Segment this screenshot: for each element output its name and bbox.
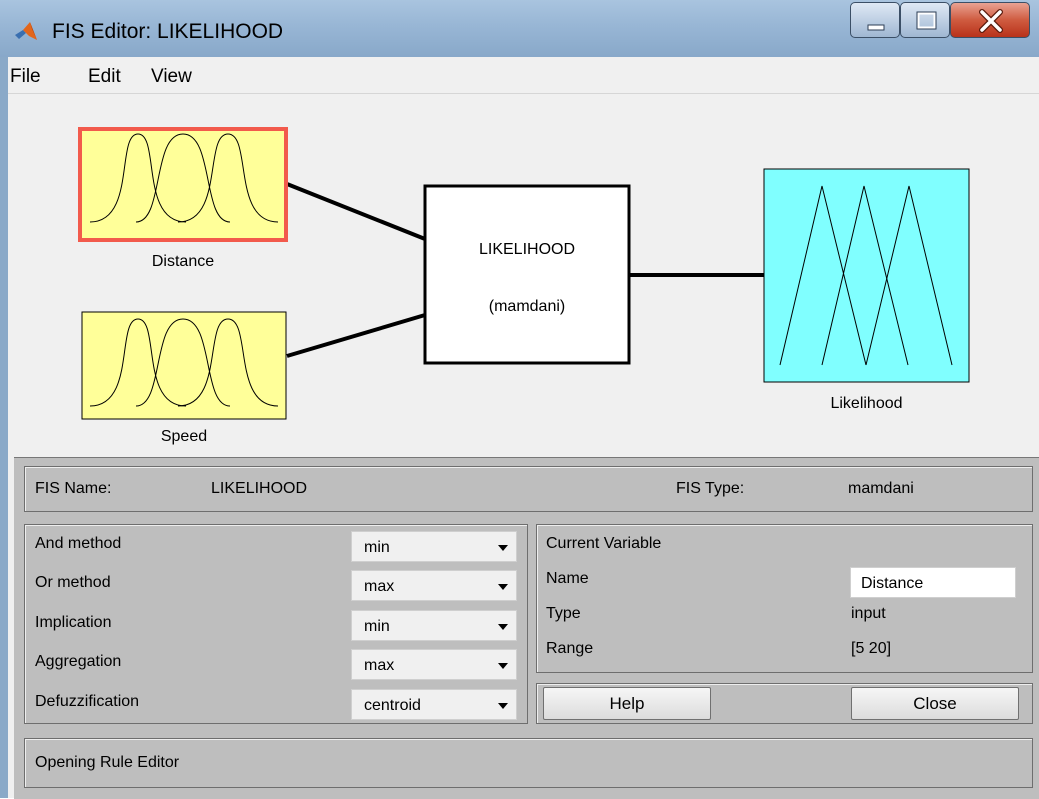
and-method-value: min [364, 539, 390, 556]
variable-range-label: Range [546, 640, 594, 657]
menu-file[interactable]: File [10, 66, 41, 88]
or-method-select[interactable]: max [351, 570, 517, 601]
aggregation-select[interactable]: max [351, 649, 517, 680]
input-speed-block[interactable] [81, 311, 287, 420]
system-type: (mamdani) [488, 298, 566, 315]
variable-name-field[interactable]: Distance [850, 567, 1016, 598]
connector-line [286, 182, 426, 241]
chevron-down-icon[interactable] [493, 574, 513, 597]
defuzzification-select[interactable]: centroid [351, 689, 517, 720]
input-speed-label: Speed [160, 428, 208, 445]
fis-type-label: FIS Type: [676, 480, 745, 497]
methods-panel: And method Or method Implication Aggrega… [24, 524, 528, 724]
input-distance-block[interactable] [78, 127, 288, 242]
current-variable-heading: Current Variable [546, 535, 662, 552]
system-block[interactable] [423, 184, 631, 365]
buttons-panel: Help Close [536, 683, 1033, 724]
close-icon [979, 9, 1003, 33]
output-likelihood-block[interactable] [763, 168, 970, 383]
minimize-icon [867, 24, 885, 31]
implication-label: Implication [35, 614, 112, 631]
chevron-down-icon[interactable] [493, 535, 513, 558]
current-variable-panel: Current Variable Name Type Range Distanc… [536, 524, 1033, 673]
chevron-down-icon[interactable] [493, 614, 513, 637]
status-panel: Opening Rule Editor [24, 738, 1033, 788]
menu-edit[interactable]: Edit [88, 66, 121, 88]
properties-panel: FIS Name: LIKELIHOOD FIS Type: mamdani A… [14, 457, 1039, 799]
fis-name-label: FIS Name: [35, 480, 112, 497]
variable-range-value: [5 20] [851, 640, 892, 657]
minimize-button[interactable] [850, 2, 900, 38]
and-method-label: And method [35, 535, 122, 552]
implication-select[interactable]: min [351, 610, 517, 641]
connector-line [286, 313, 426, 358]
fis-diagram: Distance Speed LIKELIHOOD (mamdani) Like… [8, 94, 1039, 457]
fis-type-value: mamdani [848, 480, 914, 497]
menu-bar: File Edit View [8, 57, 1039, 93]
defuzzification-value: centroid [364, 697, 421, 714]
defuzzification-label: Defuzzification [35, 693, 140, 710]
aggregation-label: Aggregation [35, 653, 122, 670]
chevron-down-icon[interactable] [493, 653, 513, 676]
variable-name-label: Name [546, 570, 589, 587]
variable-type-label: Type [546, 605, 581, 622]
status-text: Opening Rule Editor [35, 754, 180, 771]
title-bar[interactable]: FIS Editor: LIKELIHOOD [0, 0, 1039, 57]
aggregation-value: max [364, 657, 395, 674]
help-button[interactable]: Help [543, 687, 711, 720]
and-method-select[interactable]: min [351, 531, 517, 562]
matlab-icon [15, 22, 37, 40]
window-title: FIS Editor: LIKELIHOOD [52, 20, 284, 43]
close-button[interactable]: Close [851, 687, 1019, 720]
fis-info-panel: FIS Name: LIKELIHOOD FIS Type: mamdani [24, 466, 1033, 512]
system-name: LIKELIHOOD [478, 241, 576, 258]
maximize-icon [916, 11, 937, 30]
variable-name-value: Distance [861, 575, 924, 592]
chevron-down-icon[interactable] [493, 693, 513, 716]
output-likelihood-label: Likelihood [830, 395, 903, 412]
client-area: File Edit View Distance Speed LIKELIHOOD… [8, 57, 1039, 799]
or-method-label: Or method [35, 574, 111, 591]
or-method-value: max [364, 578, 395, 595]
variable-type-value: input [851, 605, 886, 622]
fis-editor-window: FIS Editor: LIKELIHOOD File Edit View Di… [0, 0, 1039, 799]
maximize-button[interactable] [900, 2, 950, 38]
menu-view[interactable]: View [151, 66, 192, 88]
fis-name-value: LIKELIHOOD [211, 480, 308, 497]
implication-value: min [364, 618, 390, 635]
input-distance-label: Distance [151, 253, 215, 270]
close-window-button[interactable] [950, 2, 1030, 38]
